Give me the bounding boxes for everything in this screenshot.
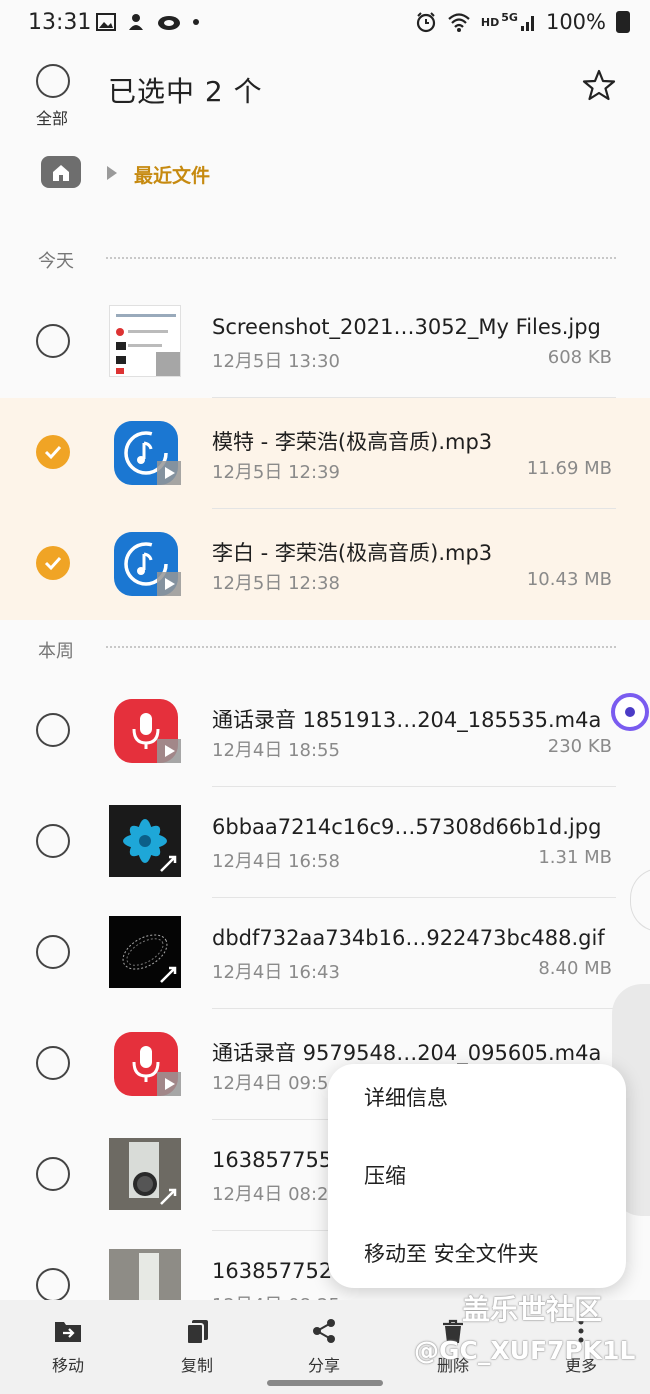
file-thumbnail — [109, 1138, 181, 1210]
home-gesture-bar[interactable] — [267, 1380, 383, 1386]
watermark-handle: @GC_XUF7PK1L — [414, 1336, 636, 1365]
file-name: 通话录音 9579548…204_095605.m4a — [212, 1041, 602, 1065]
chevron-right-icon — [107, 166, 117, 180]
home-icon — [53, 165, 69, 181]
battery-icon — [616, 11, 630, 33]
row-checkbox-checked[interactable] — [36, 435, 70, 469]
hd-label: HD — [480, 15, 500, 29]
file-name: dbdf732aa734b16…922473bc488.gif — [212, 926, 605, 950]
file-size: 230 KB — [547, 736, 612, 757]
row-checkbox-checked[interactable] — [36, 546, 70, 580]
share-button[interactable]: 分享 — [274, 1318, 374, 1376]
menu-item-move-to-secure-folder[interactable]: 移动至 安全文件夹 — [364, 1238, 539, 1268]
file-thumbnail — [109, 305, 181, 377]
play-badge-icon — [157, 572, 181, 596]
file-thumbnail — [109, 805, 181, 877]
file-name: 163857755 — [212, 1148, 333, 1172]
cloud-icon — [158, 16, 180, 30]
file-size: 11.69 MB — [526, 458, 612, 479]
floating-assistant-icon — [611, 693, 649, 731]
move-label: 移动 — [51, 1356, 84, 1375]
move-icon — [55, 1322, 81, 1342]
file-date: 12月5日 13:30 — [212, 351, 340, 372]
network-label: 5G — [501, 10, 518, 24]
signal-icon — [520, 16, 534, 31]
file-name: 6bbaa7214c16c9…57308d66b1d.jpg — [212, 815, 602, 839]
play-badge-icon — [157, 1072, 181, 1096]
row-checkbox[interactable] — [36, 1046, 70, 1080]
share-label: 分享 — [307, 1356, 340, 1375]
breadcrumb-current[interactable]: 最近文件 — [134, 161, 210, 188]
file-size: 10.43 MB — [526, 569, 612, 590]
row-checkbox[interactable] — [36, 324, 70, 358]
play-badge-icon — [157, 461, 181, 485]
file-thumbnail — [109, 1249, 181, 1300]
file-name: 模特 - 李荣浩(极高音质).mp3 — [212, 430, 493, 454]
checkmark-icon — [44, 556, 62, 571]
file-size: 608 KB — [547, 347, 612, 368]
wifi-icon — [448, 13, 470, 32]
file-row[interactable]: 模特 - 李荣浩(极高音质).mp3 12月5日 12:39 11.69 MB — [0, 398, 650, 509]
play-badge-icon — [157, 739, 181, 763]
alarm-icon — [416, 12, 436, 33]
row-checkbox[interactable] — [36, 824, 70, 858]
status-right: HD 5G 100% — [415, 10, 630, 34]
menu-item-compress[interactable]: 压缩 — [364, 1160, 406, 1190]
gallery-icon — [96, 13, 116, 31]
file-date: 12月4日 18:55 — [212, 740, 340, 761]
file-name: 李白 - 李荣浩(极高音质).mp3 — [212, 541, 493, 565]
section-divider — [106, 646, 616, 648]
row-checkbox[interactable] — [36, 1268, 70, 1300]
select-all-checkbox[interactable] — [36, 64, 70, 98]
notification-icons — [96, 12, 200, 32]
checkmark-icon — [44, 445, 62, 460]
menu-item-details[interactable]: 详细信息 — [364, 1082, 448, 1112]
row-checkbox[interactable] — [36, 1157, 70, 1191]
context-menu: 详细信息 压缩 移动至 安全文件夹 — [328, 1064, 626, 1288]
file-date: 12月4日 08:25 — [212, 1291, 340, 1300]
file-size: 1.31 MB — [538, 847, 612, 868]
file-row[interactable]: 通话录音 1851913…204_185535.m4a 12月4日 18:55 … — [0, 676, 650, 787]
file-size: 8.40 MB — [538, 958, 612, 979]
file-date: 12月5日 12:39 — [212, 462, 340, 483]
section-divider — [106, 257, 616, 259]
app-notification-icon — [129, 14, 143, 30]
copy-label: 复制 — [180, 1356, 213, 1375]
file-row[interactable]: 李白 - 李荣浩(极高音质).mp3 12月5日 12:38 10.43 MB — [0, 509, 650, 620]
expand-icon — [156, 352, 180, 376]
status-bar: 13:31 HD 5G 100% — [0, 0, 650, 52]
status-time: 13:31 — [28, 10, 92, 35]
file-row[interactable]: Screenshot_2021…3052_My Files.jpg 12月5日 … — [0, 287, 650, 398]
copy-button[interactable]: 复制 — [147, 1318, 247, 1376]
file-row[interactable]: dbdf732aa734b16…922473bc488.gif 12月4日 16… — [0, 898, 650, 1009]
move-button[interactable]: 移动 — [18, 1318, 118, 1376]
file-name: 163857752 — [212, 1259, 333, 1283]
row-checkbox[interactable] — [36, 713, 70, 747]
file-thumbnail — [109, 916, 181, 988]
file-date: 12月5日 12:38 — [212, 573, 340, 594]
copy-icon — [186, 1320, 208, 1345]
dot-icon — [193, 19, 199, 25]
file-date: 12月4日 08:2 — [212, 1184, 329, 1205]
home-button[interactable] — [41, 156, 81, 188]
floating-assistant-button[interactable] — [606, 690, 650, 734]
file-date: 12月4日 16:43 — [212, 962, 340, 983]
select-all-label: 全部 — [36, 109, 69, 128]
watermark-title: 盖乐世社区 — [462, 1293, 603, 1326]
row-checkbox[interactable] — [36, 935, 70, 969]
section-today-label: 今天 — [38, 251, 74, 272]
star-icon[interactable] — [582, 68, 616, 102]
share-icon — [313, 1319, 335, 1343]
file-date: 12月4日 09:5 — [212, 1073, 329, 1094]
page-title: 已选中 2 个 — [108, 75, 263, 108]
file-name: Screenshot_2021…3052_My Files.jpg — [212, 315, 601, 339]
file-row[interactable]: 6bbaa7214c16c9…57308d66b1d.jpg 12月4日 16:… — [0, 787, 650, 898]
file-name: 通话录音 1851913…204_185535.m4a — [212, 708, 602, 732]
battery-level: 100% — [545, 10, 606, 34]
file-date: 12月4日 16:58 — [212, 851, 340, 872]
section-week-label: 本周 — [38, 641, 74, 662]
